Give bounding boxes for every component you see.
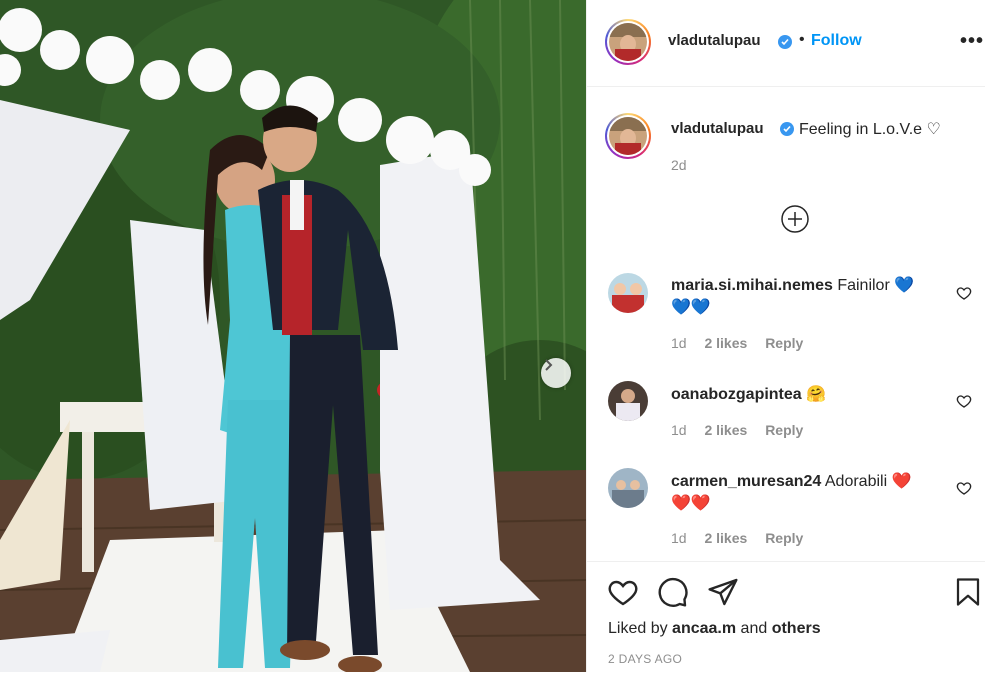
comment-time[interactable]: 1d [671, 422, 687, 438]
caption-text: Feeling in L.o.V.e ♡ [799, 121, 941, 138]
post-side-panel: vladutalupau • Follow ••• vladutalupau F… [586, 0, 985, 672]
comment-emoji-line: 💙💙 [671, 299, 711, 316]
more-options-button[interactable]: ••• [960, 30, 984, 53]
post-header: vladutalupau • Follow ••• [587, 0, 985, 87]
comment-text: Adorabili [824, 473, 888, 490]
commenter-username[interactable]: carmen_muresan24 [671, 473, 821, 490]
comment-emoji: 💙 [894, 277, 915, 294]
comment-likes[interactable]: 2 likes [704, 530, 747, 546]
comment-text-block: maria.si.mihai.nemes Fainilor 💙 💙💙 [671, 275, 941, 319]
instagram-post-modal: vladutalupau • Follow ••• vladutalupau F… [0, 0, 985, 672]
heart-icon[interactable] [607, 576, 639, 608]
caption-timestamp[interactable]: 2d [671, 157, 687, 173]
liked-by-and: and [740, 620, 768, 637]
post-actions: Liked by ancaa.m and others 2 DAYS AGO [587, 561, 985, 673]
caption-author-avatar[interactable] [605, 113, 651, 159]
commenter-avatar[interactable] [608, 381, 648, 421]
liked-by-prefix: Liked by [608, 620, 668, 637]
reply-button[interactable]: Reply [765, 335, 803, 351]
comment-emoji: 🤗 [806, 386, 827, 403]
comment-meta: 1d 2 likes Reply [671, 422, 817, 438]
commenter-avatar[interactable] [608, 273, 648, 313]
separator-dot: • [799, 31, 805, 48]
reply-button[interactable]: Reply [765, 530, 803, 546]
chevron-right-icon [545, 359, 553, 371]
avatar [609, 117, 647, 155]
commenter-username[interactable]: oanabozgapintea [671, 386, 802, 403]
liked-by-user[interactable]: ancaa.m [672, 620, 736, 637]
comment-text-block: carmen_muresan24 Adorabili ❤️ ❤️❤️ [671, 471, 941, 515]
author-username[interactable]: vladutalupau [668, 32, 761, 49]
comment-time[interactable]: 1d [671, 335, 687, 351]
reply-button[interactable]: Reply [765, 422, 803, 438]
follow-button[interactable]: Follow [811, 32, 862, 50]
caption-username[interactable]: vladutalupau [671, 120, 764, 137]
share-icon[interactable] [707, 576, 739, 608]
comment-icon[interactable] [657, 576, 689, 608]
bookmark-icon[interactable] [953, 576, 983, 608]
comment-text-block: oanabozgapintea 🤗 [671, 384, 941, 406]
comment-emoji: ❤️ [891, 473, 912, 490]
author-avatar[interactable] [605, 19, 651, 65]
post-photo[interactable] [0, 0, 586, 672]
liked-by-others[interactable]: others [772, 620, 821, 637]
avatar [609, 23, 647, 61]
liked-by-line: Liked by ancaa.m and others [608, 620, 821, 638]
verified-icon [780, 122, 794, 136]
heart-icon[interactable] [956, 480, 972, 496]
comment-text: Fainilor [837, 277, 890, 294]
next-photo-button[interactable] [541, 358, 571, 388]
comment-likes[interactable]: 2 likes [704, 422, 747, 438]
comment-time[interactable]: 1d [671, 530, 687, 546]
commenter-username[interactable]: maria.si.mihai.nemes [671, 277, 833, 294]
verified-icon [778, 35, 792, 49]
post-date[interactable]: 2 DAYS AGO [608, 652, 682, 666]
comment-meta: 1d 2 likes Reply [671, 530, 817, 546]
photo-illustration [0, 0, 586, 672]
heart-icon[interactable] [956, 285, 972, 301]
plus-circle-icon[interactable] [781, 205, 809, 233]
heart-icon[interactable] [956, 393, 972, 409]
commenter-avatar[interactable] [608, 468, 648, 508]
comment-emoji-line: ❤️❤️ [671, 495, 711, 512]
comment-likes[interactable]: 2 likes [704, 335, 747, 351]
comment-meta: 1d 2 likes Reply [671, 335, 817, 351]
